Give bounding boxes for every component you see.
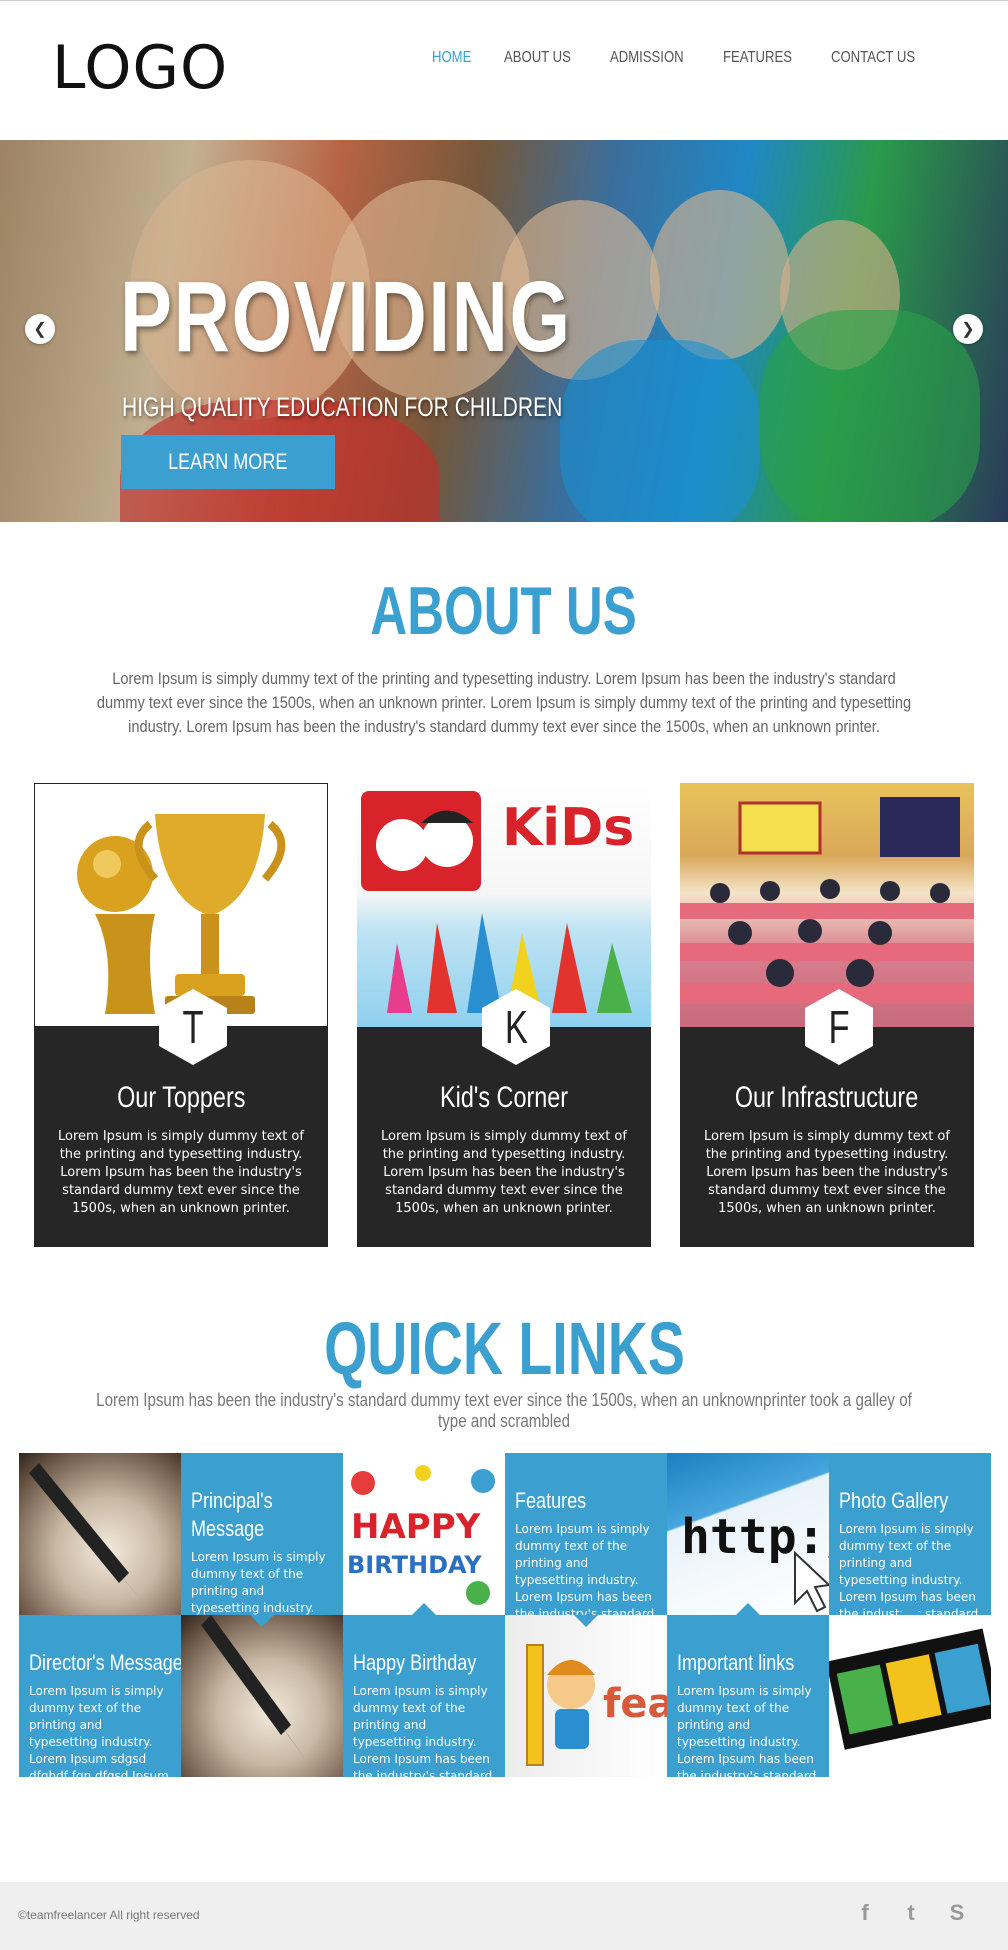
tile-title: Photo Gallery (839, 1488, 949, 1513)
tile-pointer (574, 1615, 598, 1627)
tile-title: Principal's Message (191, 1487, 273, 1543)
twitter-icon[interactable]: t (900, 1900, 922, 1926)
film-gallery-image[interactable] (829, 1615, 991, 1777)
tile-text: Lorem Ipsum is simply dummy text of the … (353, 1684, 493, 1777)
tile-pointer (412, 1603, 436, 1615)
quick-links-title: QUICK LINKS (0, 1306, 1008, 1391)
birthday-illustration: HAPPY BIRTHDAY (347, 1465, 495, 1605)
chevron-left-icon[interactable]: ❮ (25, 314, 55, 344)
nav-about-us[interactable]: ABOUT US (504, 49, 571, 67)
about-text-content: Lorem Ipsum is simply dummy text of the … (96, 669, 912, 736)
pen-illustration (29, 1463, 144, 1603)
card-text: Lorem Ipsum is simply dummy text of the … (58, 1129, 304, 1216)
tile-title: Director's Message (29, 1650, 181, 1675)
skype-icon[interactable]: S (946, 1900, 968, 1926)
tile-text: Lorem Ipsum is simply dummy text of the … (677, 1684, 817, 1777)
tile-text: Lorem Ipsum is simply dummy text of the … (29, 1684, 169, 1777)
tile-title: Important links (677, 1650, 795, 1675)
about-title-text: ABOUT US (370, 573, 638, 649)
tile-text: Lorem Ipsum is simply dummy text of the … (515, 1522, 655, 1615)
card-letter: T (182, 1001, 204, 1053)
main-nav: HOME ABOUT US ADMISSION FEATURES CONTACT… (432, 49, 934, 67)
kids-word: KiDs corner (502, 798, 651, 858)
card-title: Our Toppers (34, 1081, 328, 1115)
tile-text: Lorem Ipsum is simply dummy text of the … (839, 1522, 979, 1615)
card-text: Lorem Ipsum is simply dummy text of the … (381, 1129, 627, 1216)
classroom-illustration (680, 797, 974, 1003)
social-links: f t S (854, 1900, 968, 1926)
feat-word: fea (603, 1681, 667, 1727)
card-title: Kid's Corner (357, 1081, 651, 1115)
classroom-image (680, 783, 974, 1027)
birthday-word2: BIRTHDAY (347, 1551, 482, 1579)
copyright-text: ©teamfreelancer All right reserved (18, 1908, 200, 1922)
quick-links-text-content: Lorem Ipsum has been the industry's stan… (96, 1390, 912, 1431)
nav-home[interactable]: HOME (432, 49, 471, 67)
hero-title: PROVIDING (120, 261, 572, 373)
birthday-word1: HAPPY (351, 1507, 481, 1547)
about-text: Lorem Ipsum is simply dummy text of the … (30, 667, 978, 739)
kids-corner-illustration: KiDs corner (361, 791, 651, 1013)
logo[interactable]: LOGO (52, 33, 228, 103)
pen-illustration (201, 1615, 306, 1760)
card-infrastructure[interactable]: F Our Infrastructure Lorem Ipsum is simp… (680, 783, 974, 1247)
features-illustration: fea (526, 1644, 667, 1766)
tile-directors-message[interactable]: Director's Message Lorem Ipsum is simply… (19, 1615, 181, 1777)
chevron-right-icon[interactable]: ❯ (953, 314, 983, 344)
kids-corner-image: KiDs corner (357, 783, 651, 1027)
card-text: Lorem Ipsum is simply dummy text of the … (704, 1129, 950, 1216)
quick-links-text: Lorem Ipsum has been the industry's stan… (0, 1390, 1008, 1432)
tile-features[interactable]: Features Lorem Ipsum is simply dummy tex… (505, 1453, 667, 1615)
card-title-text: Kid's Corner (439, 1081, 569, 1114)
pen-image[interactable] (19, 1453, 181, 1615)
about-title: ABOUT US (0, 572, 1008, 650)
http-illustration: http:// (681, 1509, 829, 1613)
tile-pointer (250, 1615, 274, 1627)
features-image[interactable]: fea (505, 1615, 667, 1777)
tile-title-line2: Message (191, 1516, 265, 1541)
http-image[interactable]: http:// (667, 1453, 829, 1615)
card-letter: K (504, 1001, 528, 1053)
nav-admission[interactable]: ADMISSION (610, 49, 684, 67)
hero-slider: PROVIDING HIGH QUALITY EDUCATION FOR CHI… (0, 140, 1008, 522)
trophy-illustration (77, 814, 286, 1014)
hero-subtitle: HIGH QUALITY EDUCATION FOR CHILDREN (122, 392, 563, 422)
tile-photo-gallery[interactable]: Photo Gallery Lorem Ipsum is simply dumm… (829, 1453, 991, 1615)
learn-more-button[interactable]: LEARN MORE (121, 435, 335, 489)
tile-title: Features (515, 1488, 587, 1513)
quick-links-title-text: QUICK LINKS (323, 1307, 685, 1390)
site-footer: ©teamfreelancer All right reserved f t S (0, 1882, 1008, 1950)
tile-happy-birthday[interactable]: Happy Birthday Lorem Ipsum is simply dum… (343, 1615, 505, 1777)
tile-title-line1: Principal's (191, 1488, 273, 1513)
card-title: Our Infrastructure (680, 1081, 974, 1115)
trophy-image (34, 783, 328, 1027)
tile-principals-message[interactable]: Principal's Message Lorem Ipsum is simply… (181, 1453, 343, 1615)
card-toppers[interactable]: T Our Toppers Lorem Ipsum is simply dumm… (34, 783, 328, 1247)
card-title-text: Our Toppers (116, 1081, 246, 1114)
http-word: http:// (681, 1509, 829, 1565)
learn-more-label: LEARN MORE (168, 449, 288, 474)
tile-title: Happy Birthday (353, 1650, 477, 1675)
tile-important-links[interactable]: Important links Lorem Ipsum is simply du… (667, 1615, 829, 1777)
tile-pointer (736, 1603, 760, 1615)
facebook-icon[interactable]: f (854, 1900, 876, 1926)
nav-contact-us[interactable]: CONTACT US (831, 49, 915, 67)
pen-image-2[interactable] (181, 1615, 343, 1777)
card-letter: F (828, 1001, 850, 1053)
card-title-text: Our Infrastructure (735, 1081, 919, 1114)
tile-text: Lorem Ipsum is simply dummy text of the … (191, 1550, 326, 1615)
card-kids-corner[interactable]: KiDs corner K Kid's Corner Lorem Ipsum i… (357, 783, 651, 1247)
site-header: LOGO HOME ABOUT US ADMISSION FEATURES CO… (0, 0, 1008, 140)
nav-features[interactable]: FEATURES (723, 49, 792, 67)
tile-pointer (88, 1615, 112, 1627)
birthday-image[interactable]: HAPPY BIRTHDAY (343, 1453, 505, 1615)
film-illustration (829, 1628, 991, 1750)
tile-pointer (898, 1603, 922, 1615)
